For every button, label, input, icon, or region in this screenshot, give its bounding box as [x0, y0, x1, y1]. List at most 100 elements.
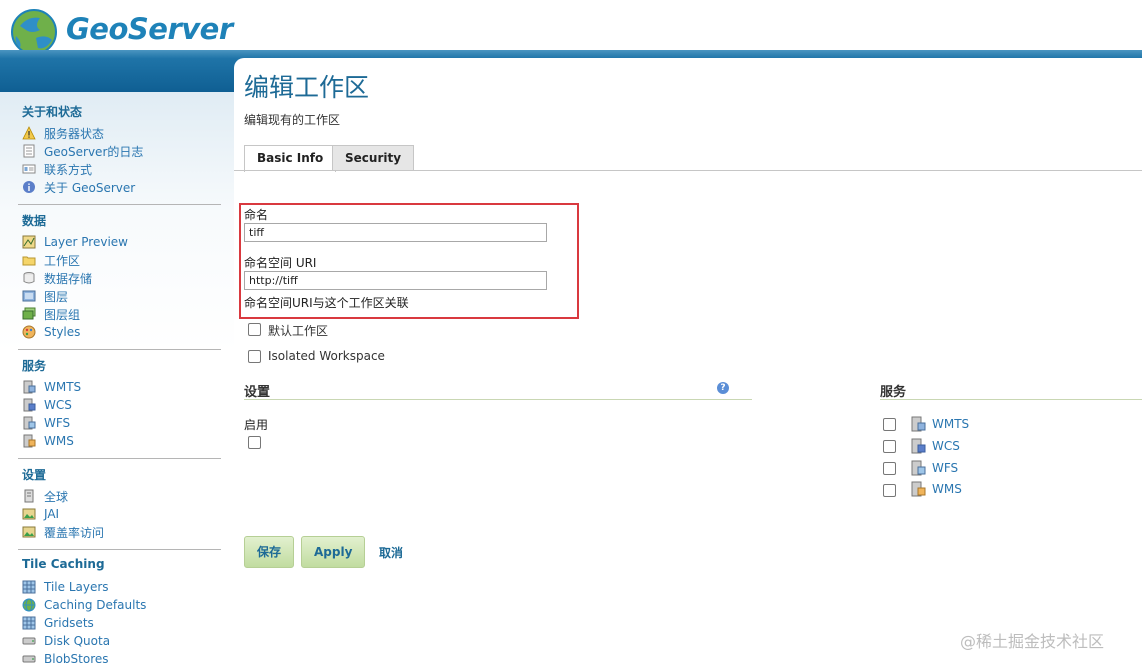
apply-button[interactable]: Apply: [301, 536, 366, 568]
watermark: @稀土掘金技术社区: [960, 632, 1105, 651]
service-wmts-checkbox[interactable]: [883, 418, 896, 431]
sidebar-item-disk-quota[interactable]: Disk Quota: [22, 633, 110, 649]
namespace-uri-input[interactable]: http://tiff: [244, 271, 547, 290]
sidebar-divider: [18, 458, 221, 459]
sidebar-item-wms[interactable]: WMS: [22, 433, 74, 449]
datastore-icon: [23, 272, 35, 284]
sidebar-item-label: 工作区: [44, 253, 81, 268]
sidebar-item-label: Styles: [44, 325, 81, 339]
sidebar-item-caching-defaults[interactable]: Caching Defaults: [22, 597, 146, 613]
service-wms: WMS: [910, 481, 962, 497]
sidebar-item-gridsets[interactable]: Gridsets: [22, 615, 94, 631]
service-icon: [911, 416, 926, 432]
sidebar-item-layer-groups[interactable]: 图层组: [22, 306, 80, 322]
sidebar-item-wcs[interactable]: WCS: [22, 397, 72, 413]
sidebar-item-label: WMTS: [44, 380, 82, 394]
service-label: WCS: [932, 439, 960, 453]
sidebar-item-wmts[interactable]: WMTS: [22, 379, 81, 395]
service-icon: [23, 416, 36, 430]
help-icon[interactable]: ?: [717, 382, 729, 394]
folder-icon: [22, 256, 36, 266]
logo-text: GeoServer: [66, 12, 233, 46]
sidebar-item-layers[interactable]: 图层: [22, 288, 68, 304]
service-wmts: WMTS: [910, 416, 969, 432]
disk-icon: [22, 637, 36, 645]
sidebar-divider: [18, 204, 221, 205]
info-icon: [23, 181, 35, 193]
sidebar-item-tile-layers[interactable]: Tile Layers: [22, 579, 109, 595]
service-wcs: WCS: [910, 438, 960, 454]
layer-preview-icon: [22, 235, 36, 249]
name-label: 命名: [244, 208, 269, 222]
sidebar-item-jai[interactable]: JAI: [22, 506, 59, 522]
service-label: WFS: [932, 461, 959, 475]
tab-basic-info[interactable]: Basic Info: [244, 145, 337, 172]
sidebar-section-about: 关于和状态: [22, 105, 83, 119]
sidebar-item-label: 关于 GeoServer: [44, 180, 136, 195]
settings-heading: 设置: [244, 385, 271, 400]
sidebar-item-datastores[interactable]: 数据存储: [22, 270, 92, 286]
sidebar-item-label: 服务器状态: [44, 126, 105, 141]
sidebar-item-styles[interactable]: Styles: [22, 324, 80, 340]
sidebar-item-logs[interactable]: GeoServer的日志: [22, 143, 143, 159]
sidebar-section-settings: 设置: [22, 468, 47, 482]
settings-divider: [244, 399, 752, 400]
isolated-workspace-checkbox[interactable]: [248, 350, 261, 363]
sidebar-item-wfs[interactable]: WFS: [22, 415, 70, 431]
globe-icon: [22, 598, 36, 612]
default-workspace-label: 默认工作区: [268, 324, 329, 338]
sidebar-item-contact[interactable]: 联系方式: [22, 161, 92, 177]
service-wms-checkbox[interactable]: [883, 484, 896, 497]
sidebar-item-layer-preview[interactable]: Layer Preview: [22, 234, 128, 250]
sidebar-item-global[interactable]: 全球: [22, 488, 68, 504]
sidebar-item-label: 图层: [44, 289, 69, 304]
image-icon: [22, 508, 36, 520]
namespace-uri-label: 命名空间 URI: [244, 256, 317, 270]
sidebar-item-label: Caching Defaults: [44, 598, 147, 612]
settings-enabled-checkbox[interactable]: [248, 436, 261, 449]
page-description: 编辑现有的工作区: [244, 113, 341, 127]
sidebar-item-label: Tile Layers: [44, 580, 109, 594]
sidebar-item-label: WFS: [44, 416, 71, 430]
sidebar-item-label: Disk Quota: [44, 634, 111, 648]
sidebar-item-blobstores[interactable]: BlobStores: [22, 651, 109, 667]
sidebar-item-label: 覆盖率访问: [44, 525, 105, 540]
save-button[interactable]: 保存: [244, 536, 295, 568]
sidebar-section-tile-caching: Tile Caching: [22, 557, 105, 571]
isolated-workspace-label: Isolated Workspace: [268, 349, 385, 363]
service-icon: [911, 438, 926, 454]
sidebar-item-label: Gridsets: [44, 616, 94, 630]
sidebar-item-label: WCS: [44, 398, 72, 412]
sidebar-item-server-status[interactable]: 服务器状态: [22, 125, 104, 141]
service-wcs-checkbox[interactable]: [883, 440, 896, 453]
services-divider: [880, 399, 1142, 400]
sidebar-item-about[interactable]: 关于 GeoServer: [22, 179, 135, 195]
sidebar-item-workspaces[interactable]: 工作区: [22, 252, 80, 268]
header: GeoServer: [0, 0, 1142, 55]
sidebar-section-data: 数据: [22, 214, 47, 228]
service-wfs-checkbox[interactable]: [883, 462, 896, 475]
server-status-icon: [22, 126, 36, 140]
grid-icon: [22, 580, 36, 594]
sidebar: 关于和状态 服务器状态 GeoServer的日志 联系方式 关于 GeoServ…: [0, 92, 234, 668]
sidebar-item-coverage-access[interactable]: 覆盖率访问: [22, 524, 104, 540]
sidebar-item-label: WMS: [44, 434, 74, 448]
tabs-divider: [234, 170, 1142, 171]
page-title: 编辑工作区: [244, 73, 370, 102]
tab-security[interactable]: Security: [332, 145, 415, 170]
enabled-label: 启用: [244, 418, 269, 432]
sidebar-item-label: 全球: [44, 489, 69, 504]
cancel-link[interactable]: 取消: [379, 544, 403, 561]
default-workspace-checkbox[interactable]: [248, 323, 261, 336]
service-icon: [911, 460, 926, 476]
namespace-uri-hint: 命名空间URI与这个工作区关联: [244, 296, 409, 310]
sidebar-item-label: BlobStores: [44, 652, 109, 666]
image-icon: [22, 526, 36, 538]
service-label: WMS: [932, 482, 962, 496]
service-label: WMTS: [932, 417, 970, 431]
contact-card-icon: [22, 164, 36, 174]
sidebar-item-label: 图层组: [44, 307, 81, 322]
service-icon: [23, 434, 36, 448]
sidebar-section-services: 服务: [22, 359, 47, 373]
name-input[interactable]: tiff: [244, 223, 547, 242]
